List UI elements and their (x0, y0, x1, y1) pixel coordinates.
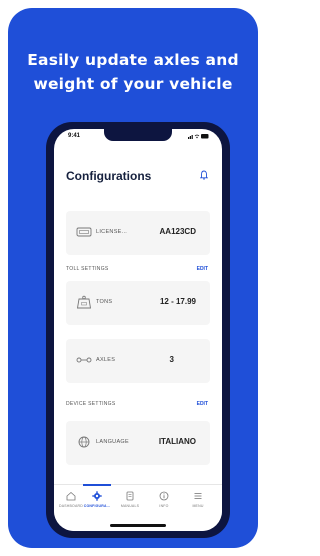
info-icon (159, 491, 169, 501)
signal-wifi-battery-icon (188, 134, 209, 139)
license-label: LICENSE... (96, 229, 128, 235)
menu-icon (194, 493, 202, 499)
globe-icon (78, 436, 90, 448)
tab-menu[interactable]: MENU (182, 491, 214, 508)
axles-row[interactable]: AXLES 3 (66, 339, 210, 383)
tab-menu-label: MENU (192, 504, 204, 508)
tons-label: TONS (96, 299, 113, 305)
status-time: 9:41 (68, 133, 81, 139)
headline-line-2: weight of your vehicle (33, 75, 233, 93)
axle-icon (76, 357, 92, 363)
phone-frame: 9:41 Configurations LICENSE... AA123CD T… (46, 122, 230, 538)
gear-icon (92, 491, 102, 501)
bell-icon[interactable] (200, 170, 208, 180)
language-value: ITALIANO (158, 437, 196, 446)
tab-info-label: INFO (159, 504, 169, 508)
home-indicator[interactable] (110, 524, 166, 527)
status-icons (188, 133, 210, 141)
license-row[interactable]: LICENSE... AA123CD (66, 211, 210, 255)
weight-icon (76, 295, 92, 309)
page-title: Configurations (66, 169, 152, 183)
tab-info[interactable]: INFO (148, 491, 180, 508)
phone-notch (104, 129, 172, 141)
axles-value: 3 (169, 355, 174, 364)
license-value: AA123CD (159, 227, 196, 236)
tab-manuals-label: MANUALS (120, 504, 140, 508)
axles-label: AXLES (96, 357, 116, 363)
phone-screen: 9:41 Configurations LICENSE... AA123CD T… (54, 129, 222, 531)
tab-configurations[interactable]: CONFIGURA... (81, 491, 113, 508)
headline-line-1: Easily update axles and (27, 51, 239, 69)
promo-card: Easily update axles and weight of your v… (8, 8, 258, 548)
tons-row[interactable]: TONS 12 - 17.99 (66, 281, 210, 325)
book-icon (126, 491, 134, 501)
tons-value: 12 - 17.99 (159, 297, 196, 306)
active-tab-indicator (83, 484, 111, 486)
language-label: LANGUAGE (96, 439, 129, 445)
license-plate-icon (76, 227, 92, 237)
toll-settings-edit-link[interactable]: EDIT (197, 266, 208, 272)
bottom-tab-bar: DASHBOARD CONFIGURA... MANUALS INFO MENU (54, 484, 222, 531)
toll-settings-heading: TOLL SETTINGS (66, 266, 109, 272)
tab-configurations-label: CONFIGURA... (83, 504, 111, 508)
device-settings-heading: DEVICE SETTINGS (66, 401, 116, 407)
device-settings-edit-link[interactable]: EDIT (197, 401, 208, 407)
language-row[interactable]: LANGUAGE ITALIANO (66, 421, 210, 465)
promo-headline: Easily update axles and weight of your v… (8, 48, 258, 96)
tab-manuals[interactable]: MANUALS (114, 491, 146, 508)
home-icon (66, 491, 76, 501)
